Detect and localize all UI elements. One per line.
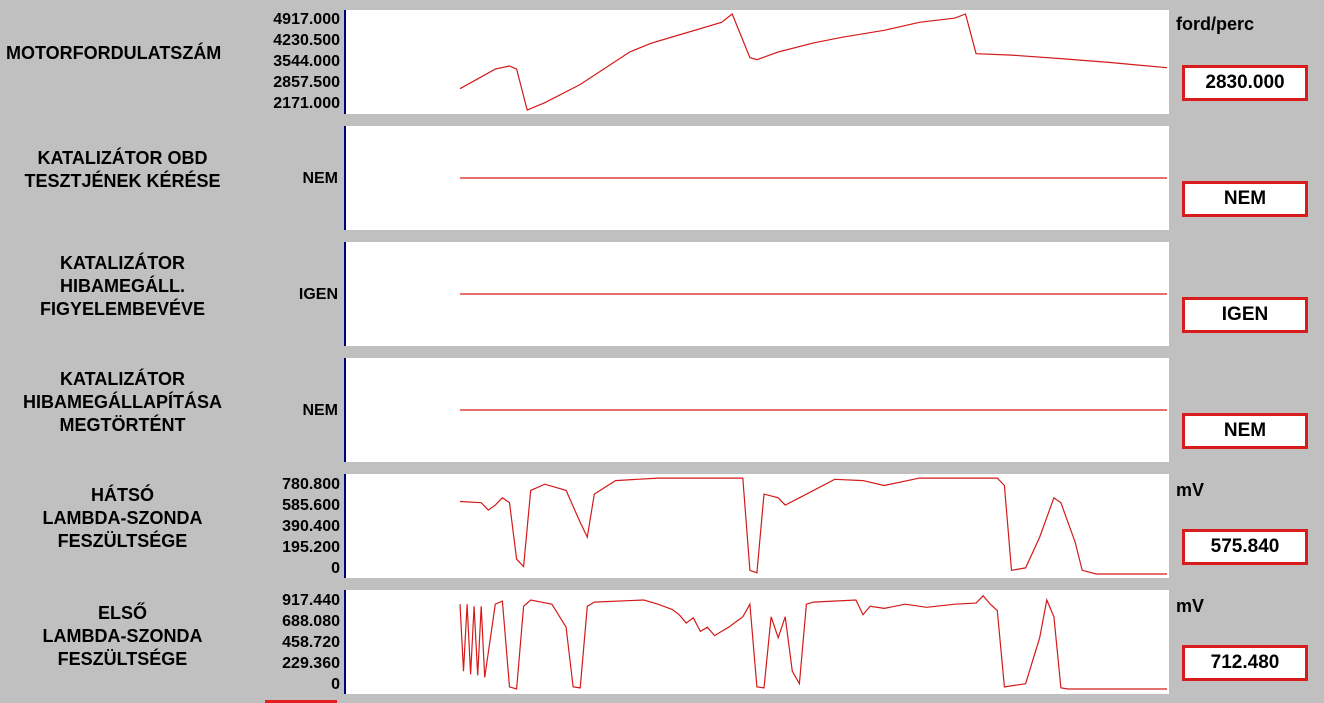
obd-test-row: KATALIZÁTOR OBD TESZTJÉNEK KÉRÉSE NEM NE…	[0, 120, 1324, 236]
rear-lambda-plot	[344, 474, 1169, 578]
fault-detected-state-label: NEM	[302, 402, 338, 419]
tick-label: 917.440	[282, 592, 340, 609]
rear-lambda-row: HÁTSÓ LAMBDA-SZONDA FESZÜLTSÉGE 780.800 …	[0, 468, 1324, 584]
tick-label: 2171.000	[273, 95, 340, 112]
tick-label: 4230.500	[273, 32, 340, 49]
fault-considered-plot-svg	[460, 293, 1167, 295]
fault-considered-state-label: IGEN	[298, 286, 338, 303]
obd-test-state-label: NEM	[302, 170, 338, 187]
tick-label: 229.360	[282, 655, 340, 672]
rear-lambda-unit: mV	[1176, 480, 1205, 500]
tick-label: 780.800	[282, 476, 340, 493]
tick-label: 688.080	[282, 613, 340, 630]
tick-label: 585.600	[282, 497, 340, 514]
front-lambda-label: ELSŐ LAMBDA-SZONDA FESZÜLTSÉGE	[42, 602, 203, 669]
rear-lambda-label: HÁTSÓ LAMBDA-SZONDA FESZÜLTSÉGE	[42, 484, 203, 551]
series-line	[459, 13, 1168, 111]
rpm-unit: ford/perc	[1176, 14, 1255, 34]
tick-label: 4917.000	[273, 11, 340, 28]
rpm-label: MOTORFORDULATSZÁM	[6, 42, 222, 63]
fault-detected-row: KATALIZÁTOR HIBAMEGÁLLAPÍTÁSA MEGTÖRTÉNT…	[0, 352, 1324, 468]
obd-test-plot-svg	[460, 177, 1167, 179]
tick-label: 390.400	[282, 518, 340, 535]
rpm-y-ticks: 4917.000 4230.500 3544.000 2857.500 2171…	[245, 9, 340, 114]
front-lambda-plot-svg	[459, 594, 1167, 690]
tick-label: 0	[331, 676, 340, 693]
fault-considered-row: KATALIZÁTOR HIBAMEGÁLL. FIGYELEMBEVÉVE I…	[0, 236, 1324, 352]
fault-considered-value-box: IGEN	[1182, 297, 1308, 333]
fault-considered-plot	[344, 242, 1169, 346]
fault-considered-label: KATALIZÁTOR HIBAMEGÁLL. FIGYELEMBEVÉVE	[39, 252, 206, 319]
obd-test-label: KATALIZÁTOR OBD TESZTJÉNEK KÉRÉSE	[24, 148, 221, 191]
rpm-value-box: 2830.000	[1182, 65, 1308, 101]
rear-lambda-plot-svg	[459, 477, 1167, 575]
tick-label: 0	[331, 560, 340, 577]
obd-test-value-box: NEM	[1182, 181, 1308, 217]
tick-label: 2857.500	[273, 74, 340, 91]
front-lambda-plot	[344, 590, 1169, 694]
fault-detected-label: KATALIZÁTOR HIBAMEGÁLLAPÍTÁSA MEGTÖRTÉNT	[23, 368, 222, 435]
obd-test-plot	[344, 126, 1169, 230]
series-line	[459, 477, 1167, 575]
rpm-plot	[344, 10, 1169, 114]
rear-lambda-value-box: 575.840	[1182, 529, 1308, 565]
fault-detected-plot	[344, 358, 1169, 462]
rpm-row: MOTORFORDULATSZÁM 4917.000 4230.500 3544…	[0, 0, 1324, 120]
tick-label: 3544.000	[273, 53, 340, 70]
front-lambda-value-box: 712.480	[1182, 645, 1308, 681]
fault-detected-value-box: NEM	[1182, 413, 1308, 449]
tick-label: 458.720	[282, 634, 340, 651]
series-line	[459, 594, 1167, 690]
front-lambda-y-ticks: 917.440 688.080 458.720 229.360 0	[245, 590, 340, 695]
rpm-plot-svg	[459, 13, 1168, 111]
front-lambda-row: ELSŐ LAMBDA-SZONDA FESZÜLTSÉGE 917.440 6…	[0, 584, 1324, 703]
tick-label: 195.200	[282, 539, 340, 556]
front-lambda-unit: mV	[1176, 596, 1205, 616]
rear-lambda-y-ticks: 780.800 585.600 390.400 195.200 0	[245, 474, 340, 579]
fault-detected-plot-svg	[460, 409, 1167, 411]
